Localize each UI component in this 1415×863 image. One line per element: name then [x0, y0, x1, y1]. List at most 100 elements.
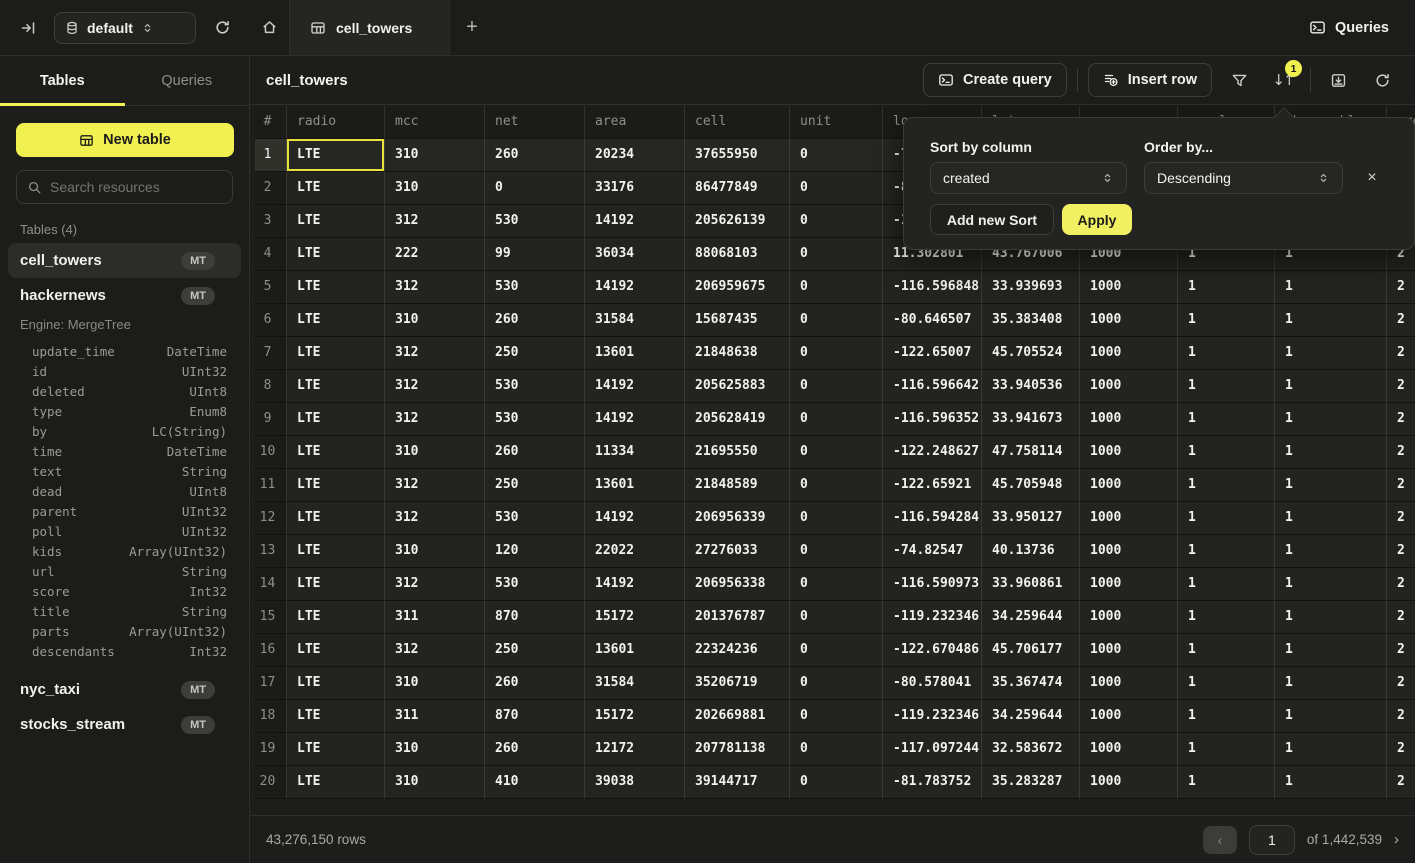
table-cell[interactable]: 15172	[585, 601, 685, 634]
table-cell[interactable]: 1	[1275, 304, 1387, 337]
table-cell[interactable]: 250	[485, 337, 585, 370]
next-page-button[interactable]: ›	[1394, 831, 1399, 848]
table-cell[interactable]: 250	[485, 469, 585, 502]
table-cell[interactable]: 0	[790, 403, 883, 436]
table-cell[interactable]: 34.259644	[982, 601, 1080, 634]
table-cell[interactable]: 37655950	[685, 139, 790, 172]
column-header-radio[interactable]: radio	[287, 106, 385, 139]
table-cell[interactable]: 21848589	[685, 469, 790, 502]
table-cell[interactable]: 205625883	[685, 370, 790, 403]
table-cell[interactable]: 2	[1387, 469, 1415, 502]
table-cell[interactable]: 0	[790, 238, 883, 271]
table-cell[interactable]: 1	[1178, 370, 1275, 403]
table-cell[interactable]: 14192	[585, 502, 685, 535]
table-cell[interactable]: 14192	[585, 205, 685, 238]
row-number[interactable]: 6	[255, 304, 287, 337]
table-cell[interactable]: 2	[1387, 601, 1415, 634]
table-cell[interactable]: 2	[1387, 304, 1415, 337]
prev-page-button[interactable]: ‹	[1203, 826, 1237, 854]
table-cell[interactable]: 1000	[1080, 601, 1178, 634]
table-cell[interactable]: LTE	[287, 733, 385, 766]
table-cell[interactable]: 22324236	[685, 634, 790, 667]
table-cell[interactable]: 2	[1387, 667, 1415, 700]
table-cell[interactable]: 0	[790, 469, 883, 502]
table-cell[interactable]: 13601	[585, 337, 685, 370]
table-cell[interactable]: 2	[1387, 370, 1415, 403]
table-cell[interactable]: 310	[385, 139, 485, 172]
table-cell[interactable]: -81.783752	[883, 766, 982, 799]
table-cell[interactable]: 86477849	[685, 172, 790, 205]
sidebar-table-item-nyc_taxi[interactable]: nyc_taxiMT	[8, 672, 241, 707]
refresh-table-button[interactable]	[1365, 63, 1399, 97]
table-cell[interactable]: 14192	[585, 568, 685, 601]
table-cell[interactable]: 205626139	[685, 205, 790, 238]
add-new-sort-button[interactable]: Add new Sort	[930, 204, 1054, 235]
table-cell[interactable]: 530	[485, 502, 585, 535]
table-cell[interactable]: LTE	[287, 535, 385, 568]
table-cell[interactable]: 312	[385, 403, 485, 436]
table-cell[interactable]: 310	[385, 766, 485, 799]
table-cell[interactable]: 0	[790, 502, 883, 535]
table-cell[interactable]: 206956338	[685, 568, 790, 601]
home-button[interactable]	[250, 0, 290, 55]
table-cell[interactable]: 14192	[585, 370, 685, 403]
table-cell[interactable]: LTE	[287, 436, 385, 469]
table-cell[interactable]: 31584	[585, 667, 685, 700]
table-cell[interactable]: 1	[1275, 766, 1387, 799]
row-number[interactable]: 4	[255, 238, 287, 271]
table-cell[interactable]: 35.383408	[982, 304, 1080, 337]
sidebar-table-item-hackernews[interactable]: hackernewsMT	[8, 278, 241, 313]
table-cell[interactable]: 1	[1178, 403, 1275, 436]
table-cell[interactable]: 22022	[585, 535, 685, 568]
table-cell[interactable]: -122.248627	[883, 436, 982, 469]
sidebar-table-item-stocks_stream[interactable]: stocks_streamMT	[8, 707, 241, 742]
table-cell[interactable]: 99	[485, 238, 585, 271]
table-cell[interactable]: LTE	[287, 766, 385, 799]
table-cell[interactable]: 1	[1275, 337, 1387, 370]
table-cell[interactable]: 1000	[1080, 700, 1178, 733]
table-cell[interactable]: LTE	[287, 370, 385, 403]
table-cell[interactable]: LTE	[287, 238, 385, 271]
table-cell[interactable]: 1	[1275, 667, 1387, 700]
column-header-mcc[interactable]: mcc	[385, 106, 485, 139]
table-cell[interactable]: 20234	[585, 139, 685, 172]
row-number[interactable]: 17	[255, 667, 287, 700]
table-cell[interactable]: 14192	[585, 271, 685, 304]
table-cell[interactable]: 14192	[585, 403, 685, 436]
table-cell[interactable]: 310	[385, 304, 485, 337]
table-cell[interactable]: LTE	[287, 502, 385, 535]
table-cell[interactable]: 312	[385, 469, 485, 502]
table-cell[interactable]: LTE	[287, 403, 385, 436]
table-cell[interactable]: 1	[1275, 403, 1387, 436]
table-cell[interactable]: -116.596352	[883, 403, 982, 436]
table-cell[interactable]: 0	[485, 172, 585, 205]
table-cell[interactable]: 260	[485, 139, 585, 172]
add-tab-button[interactable]: +	[450, 0, 494, 55]
table-cell[interactable]: 1	[1178, 634, 1275, 667]
table-cell[interactable]: 1000	[1080, 304, 1178, 337]
table-cell[interactable]: 312	[385, 370, 485, 403]
table-cell[interactable]: 312	[385, 568, 485, 601]
table-cell[interactable]: 201376787	[685, 601, 790, 634]
table-cell[interactable]: 0	[790, 766, 883, 799]
table-cell[interactable]: LTE	[287, 271, 385, 304]
table-cell[interactable]: 1	[1178, 535, 1275, 568]
filter-button[interactable]	[1222, 63, 1256, 97]
table-cell[interactable]: 1	[1275, 700, 1387, 733]
table-cell[interactable]: 1	[1178, 733, 1275, 766]
table-cell[interactable]: 260	[485, 436, 585, 469]
table-cell[interactable]: 2	[1387, 733, 1415, 766]
table-cell[interactable]: 260	[485, 733, 585, 766]
table-cell[interactable]: LTE	[287, 337, 385, 370]
table-cell[interactable]: 1000	[1080, 667, 1178, 700]
queries-button[interactable]: Queries	[1309, 19, 1389, 36]
column-header-area[interactable]: area	[585, 106, 685, 139]
table-cell[interactable]: 33.939693	[982, 271, 1080, 304]
table-cell[interactable]: 1000	[1080, 337, 1178, 370]
table-cell[interactable]: 312	[385, 634, 485, 667]
table-cell[interactable]: 870	[485, 601, 585, 634]
table-cell[interactable]: 33176	[585, 172, 685, 205]
table-cell[interactable]: 0	[790, 634, 883, 667]
table-cell[interactable]: 310	[385, 733, 485, 766]
row-number[interactable]: 2	[255, 172, 287, 205]
